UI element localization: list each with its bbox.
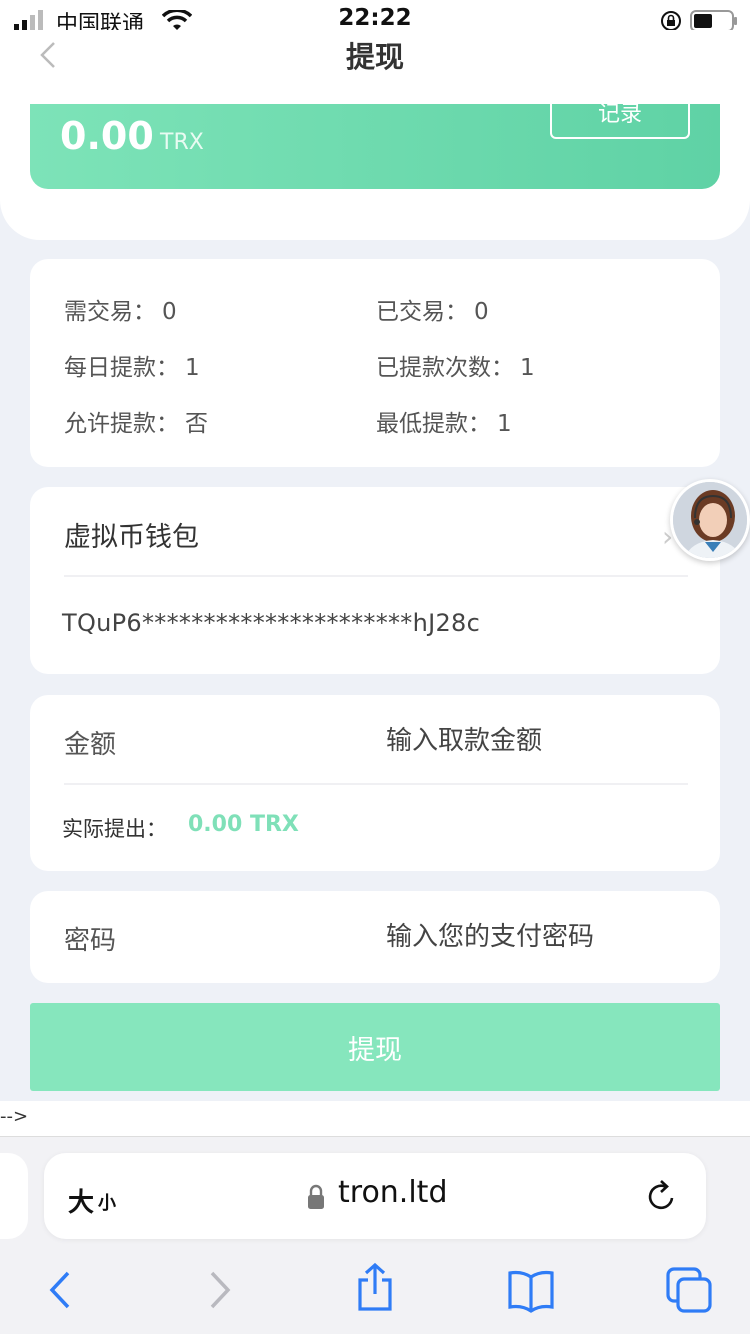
stat-value: 1	[520, 355, 535, 381]
stat-daily-withdrawals: 每日提款： 1	[64, 348, 200, 382]
browser-back-icon[interactable]	[38, 1265, 88, 1315]
stray-html-comment-text: -->	[0, 1101, 750, 1137]
text-size-button-small[interactable]: 小	[98, 1189, 116, 1215]
withdraw-submit-button[interactable]: 提现	[30, 1003, 720, 1091]
orientation-lock-icon	[661, 11, 681, 31]
customer-service-avatar[interactable]	[670, 479, 750, 561]
support-agent-icon	[673, 482, 747, 558]
stat-completed-trades: 已交易： 0	[376, 292, 489, 326]
stat-minimum-withdrawal: 最低提款： 1	[376, 404, 512, 438]
balance-unit: TRX	[160, 130, 204, 155]
browser-forward-icon[interactable]	[194, 1265, 244, 1315]
lock-icon	[308, 1184, 324, 1209]
stat-value: 1	[497, 411, 512, 437]
stat-withdraw-allowed: 允许提款：否	[64, 404, 208, 438]
stat-required-trades: 需交易： 0	[64, 292, 177, 326]
stat-label: 允许提款：	[64, 411, 179, 437]
previous-tab-peek[interactable]	[0, 1153, 28, 1239]
bookmarks-icon[interactable]	[506, 1265, 556, 1315]
actual-withdraw-value: 0.00 TRX	[188, 812, 299, 837]
text-size-button[interactable]: 大	[68, 1182, 94, 1219]
record-button[interactable]: 记录	[550, 104, 690, 139]
stat-label: 需交易：	[64, 299, 156, 325]
wallet-title: 虚拟币钱包	[64, 522, 199, 553]
tabs-icon[interactable]	[664, 1265, 714, 1315]
page-title: 提现	[345, 40, 404, 74]
amount-label: 金额	[64, 730, 117, 760]
divider	[64, 783, 688, 785]
wallet-address: TQuP6**********************hJ28c	[62, 609, 481, 637]
amount-input[interactable]	[386, 722, 686, 760]
password-input[interactable]	[386, 918, 686, 956]
stat-value: 0	[162, 299, 177, 325]
password-label: 密码	[64, 926, 117, 956]
share-icon[interactable]	[350, 1262, 400, 1312]
divider	[64, 575, 688, 577]
stat-value: 0	[474, 299, 489, 325]
reload-icon[interactable]	[645, 1178, 679, 1214]
stat-label: 最低提款：	[376, 411, 491, 437]
balance-amount: 0.00	[60, 114, 154, 158]
stat-withdrawal-count: 已提款次数： 1	[376, 348, 535, 382]
stat-label: 每日提款：	[64, 355, 179, 381]
actual-withdraw-label: 实际提出：	[62, 817, 167, 841]
stat-label: 已提款次数：	[376, 355, 514, 381]
clock: 22:22	[338, 5, 412, 31]
stat-value: 否	[185, 411, 208, 437]
battery-icon	[690, 10, 737, 32]
stat-value: 1	[185, 355, 200, 381]
stat-label: 已交易：	[376, 299, 468, 325]
url-text[interactable]: tron.ltd	[338, 1175, 447, 1210]
